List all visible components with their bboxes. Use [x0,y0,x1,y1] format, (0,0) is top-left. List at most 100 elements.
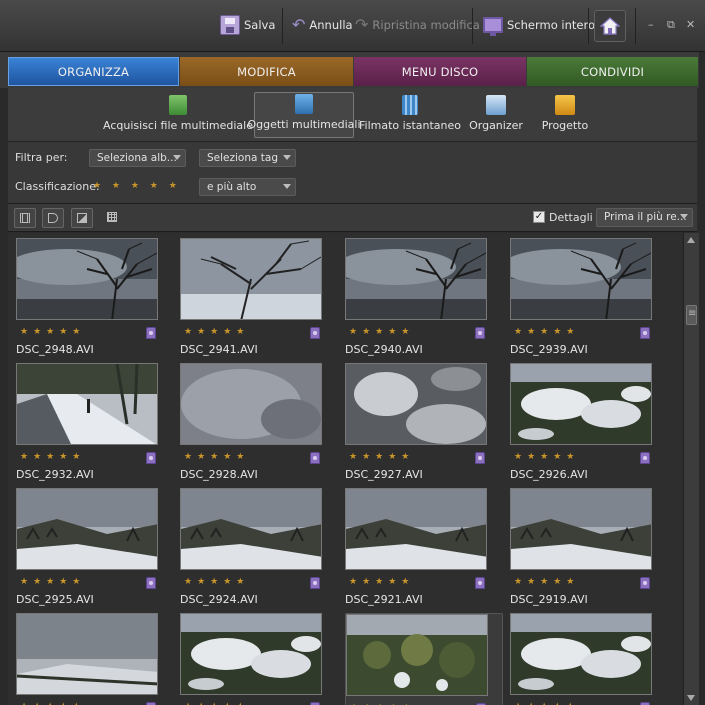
workspace-tabs: ORGANIZZA MODIFICA MENU DISCO CONDIVIDI [0,52,705,88]
media-item[interactable]: ★★★★★ DSC_2924.AVI [180,488,338,612]
media-button[interactable]: Oggetti multimediali [247,92,361,138]
sort-select[interactable]: Prima il più re... [596,208,693,227]
redo-button[interactable]: ↷ Ripristina modifica [355,12,480,38]
folder-icon [555,95,575,115]
toolbar-divider [472,8,473,44]
scroll-up-arrow-icon[interactable] [687,237,695,243]
rating-stars[interactable]: ★★★★★ [349,452,414,462]
tag-select[interactable]: Seleziona tag [199,149,296,167]
album-select[interactable]: Seleziona alb... [89,149,186,167]
file-name: DSC_2919.AVI [510,593,588,606]
media-browser-grid: ★★★★★ DSC_2948.AVI ★★★★★ DSC_2941.AVI ★★★★★ D… [8,233,682,705]
video-thumbnail[interactable] [16,363,158,445]
save-button[interactable]: Salva [220,12,275,38]
rating-stars[interactable]: ★★★★★ [20,452,85,462]
media-item[interactable]: ★★★★★ [180,613,338,705]
undo-label: Annulla [309,18,353,32]
rating-stars[interactable]: ★★★★★ [514,577,579,587]
fullscreen-label: Schermo intero [507,18,595,32]
rating-stars[interactable]: ★★★★★ [184,577,249,587]
rating-stars[interactable]: ★★★★★ [184,452,249,462]
album-select-value: Seleziona alb... [97,152,177,164]
home-button[interactable] [594,10,626,42]
details-label: Dettagli [549,211,593,224]
get-media-label: Acquisisci file multimediale [103,119,253,132]
show-photo-button[interactable] [71,208,93,228]
project-button[interactable]: Progetto [538,92,592,138]
media-icon [295,94,313,114]
video-thumbnail[interactable] [345,238,487,320]
video-thumbnail[interactable] [510,488,652,570]
video-thumbnail[interactable] [180,238,322,320]
details-checkbox[interactable]: ✓ [533,211,545,223]
scroll-down-arrow-icon[interactable] [687,695,695,701]
chevron-down-icon [173,155,181,160]
media-item[interactable]: ★★★★★ DSC_2919.AVI [510,488,668,612]
close-button[interactable]: ✕ [686,18,695,31]
undo-button[interactable]: ↶ Annulla [292,12,353,38]
tag-icon [146,327,156,339]
rating-stars[interactable]: ★★★★★ [20,577,85,587]
redo-icon: ↷ [355,15,369,34]
home-icon [600,17,620,35]
rating-stars[interactable]: ★★★★★ [184,327,249,337]
media-item[interactable]: ★★★★★ [345,613,503,705]
media-item[interactable]: ★★★★★ DSC_2926.AVI [510,363,668,487]
media-item[interactable]: ★★★★★ [16,613,174,705]
left-border [0,88,8,705]
media-item[interactable]: ★★★★★ DSC_2940.AVI [345,238,503,362]
show-audio-button[interactable] [42,208,64,228]
fullscreen-button[interactable]: Schermo intero [483,12,595,38]
minimize-button[interactable]: – [648,18,654,31]
file-name: DSC_2926.AVI [510,468,588,481]
media-item[interactable]: ★★★★★ DSC_2921.AVI [345,488,503,612]
rating-stars[interactable]: ★★★★★ [514,452,579,462]
right-border [699,52,705,705]
media-item[interactable]: ★★★★★ [510,613,668,705]
tag-icon [310,577,320,589]
instant-movie-button[interactable]: Filmato istantaneo [359,92,461,138]
rating-stars[interactable]: ★★★★★ [514,327,579,337]
video-thumbnail[interactable] [16,613,158,695]
media-item[interactable]: ★★★★★ DSC_2941.AVI [180,238,338,362]
video-thumbnail[interactable] [510,238,652,320]
show-video-button[interactable] [14,208,36,228]
tab-condividi[interactable]: CONDIVIDI [527,57,698,86]
rating-stars[interactable]: ★★★★★ [20,327,85,337]
instant-movie-label: Filmato istantaneo [359,119,461,132]
video-thumbnail[interactable] [180,613,322,695]
rating-stars[interactable]: ★★★★★ [349,577,414,587]
show-project-button[interactable] [102,208,124,228]
file-name: DSC_2941.AVI [180,343,258,356]
tab-menu-disco[interactable]: MENU DISCO [354,57,526,86]
video-thumbnail[interactable] [346,614,488,696]
video-thumbnail[interactable] [510,613,652,695]
video-thumbnail[interactable] [345,488,487,570]
rating-filter-stars[interactable]: ★ ★ ★ ★ ★ [93,181,181,191]
media-item[interactable]: ★★★★★ DSC_2927.AVI [345,363,503,487]
video-thumbnail[interactable] [510,363,652,445]
tag-icon [146,577,156,589]
get-media-button[interactable]: Acquisisci file multimediale [103,92,253,138]
media-item[interactable]: ★★★★★ DSC_2932.AVI [16,363,174,487]
video-thumbnail[interactable] [16,488,158,570]
file-name: DSC_2924.AVI [180,593,258,606]
media-item[interactable]: ★★★★★ DSC_2948.AVI [16,238,174,362]
scroll-thumb[interactable] [686,305,697,325]
restore-button[interactable]: ⧉ [667,18,675,32]
video-thumbnail[interactable] [180,488,322,570]
media-item[interactable]: ★★★★★ DSC_2925.AVI [16,488,174,612]
video-thumbnail[interactable] [345,363,487,445]
grid-scrollbar[interactable] [683,233,699,705]
media-item[interactable]: ★★★★★ DSC_2939.AVI [510,238,668,362]
file-name: DSC_2921.AVI [345,593,423,606]
rating-stars[interactable]: ★★★★★ [349,327,414,337]
tag-icon [475,577,485,589]
media-item[interactable]: ★★★★★ DSC_2928.AVI [180,363,338,487]
tab-modifica[interactable]: MODIFICA [180,57,353,86]
rating-select[interactable]: e più alto [199,178,296,196]
tab-organizza[interactable]: ORGANIZZA [8,57,179,86]
organizer-button[interactable]: Organizer [466,92,526,138]
video-thumbnail[interactable] [180,363,322,445]
video-thumbnail[interactable] [16,238,158,320]
